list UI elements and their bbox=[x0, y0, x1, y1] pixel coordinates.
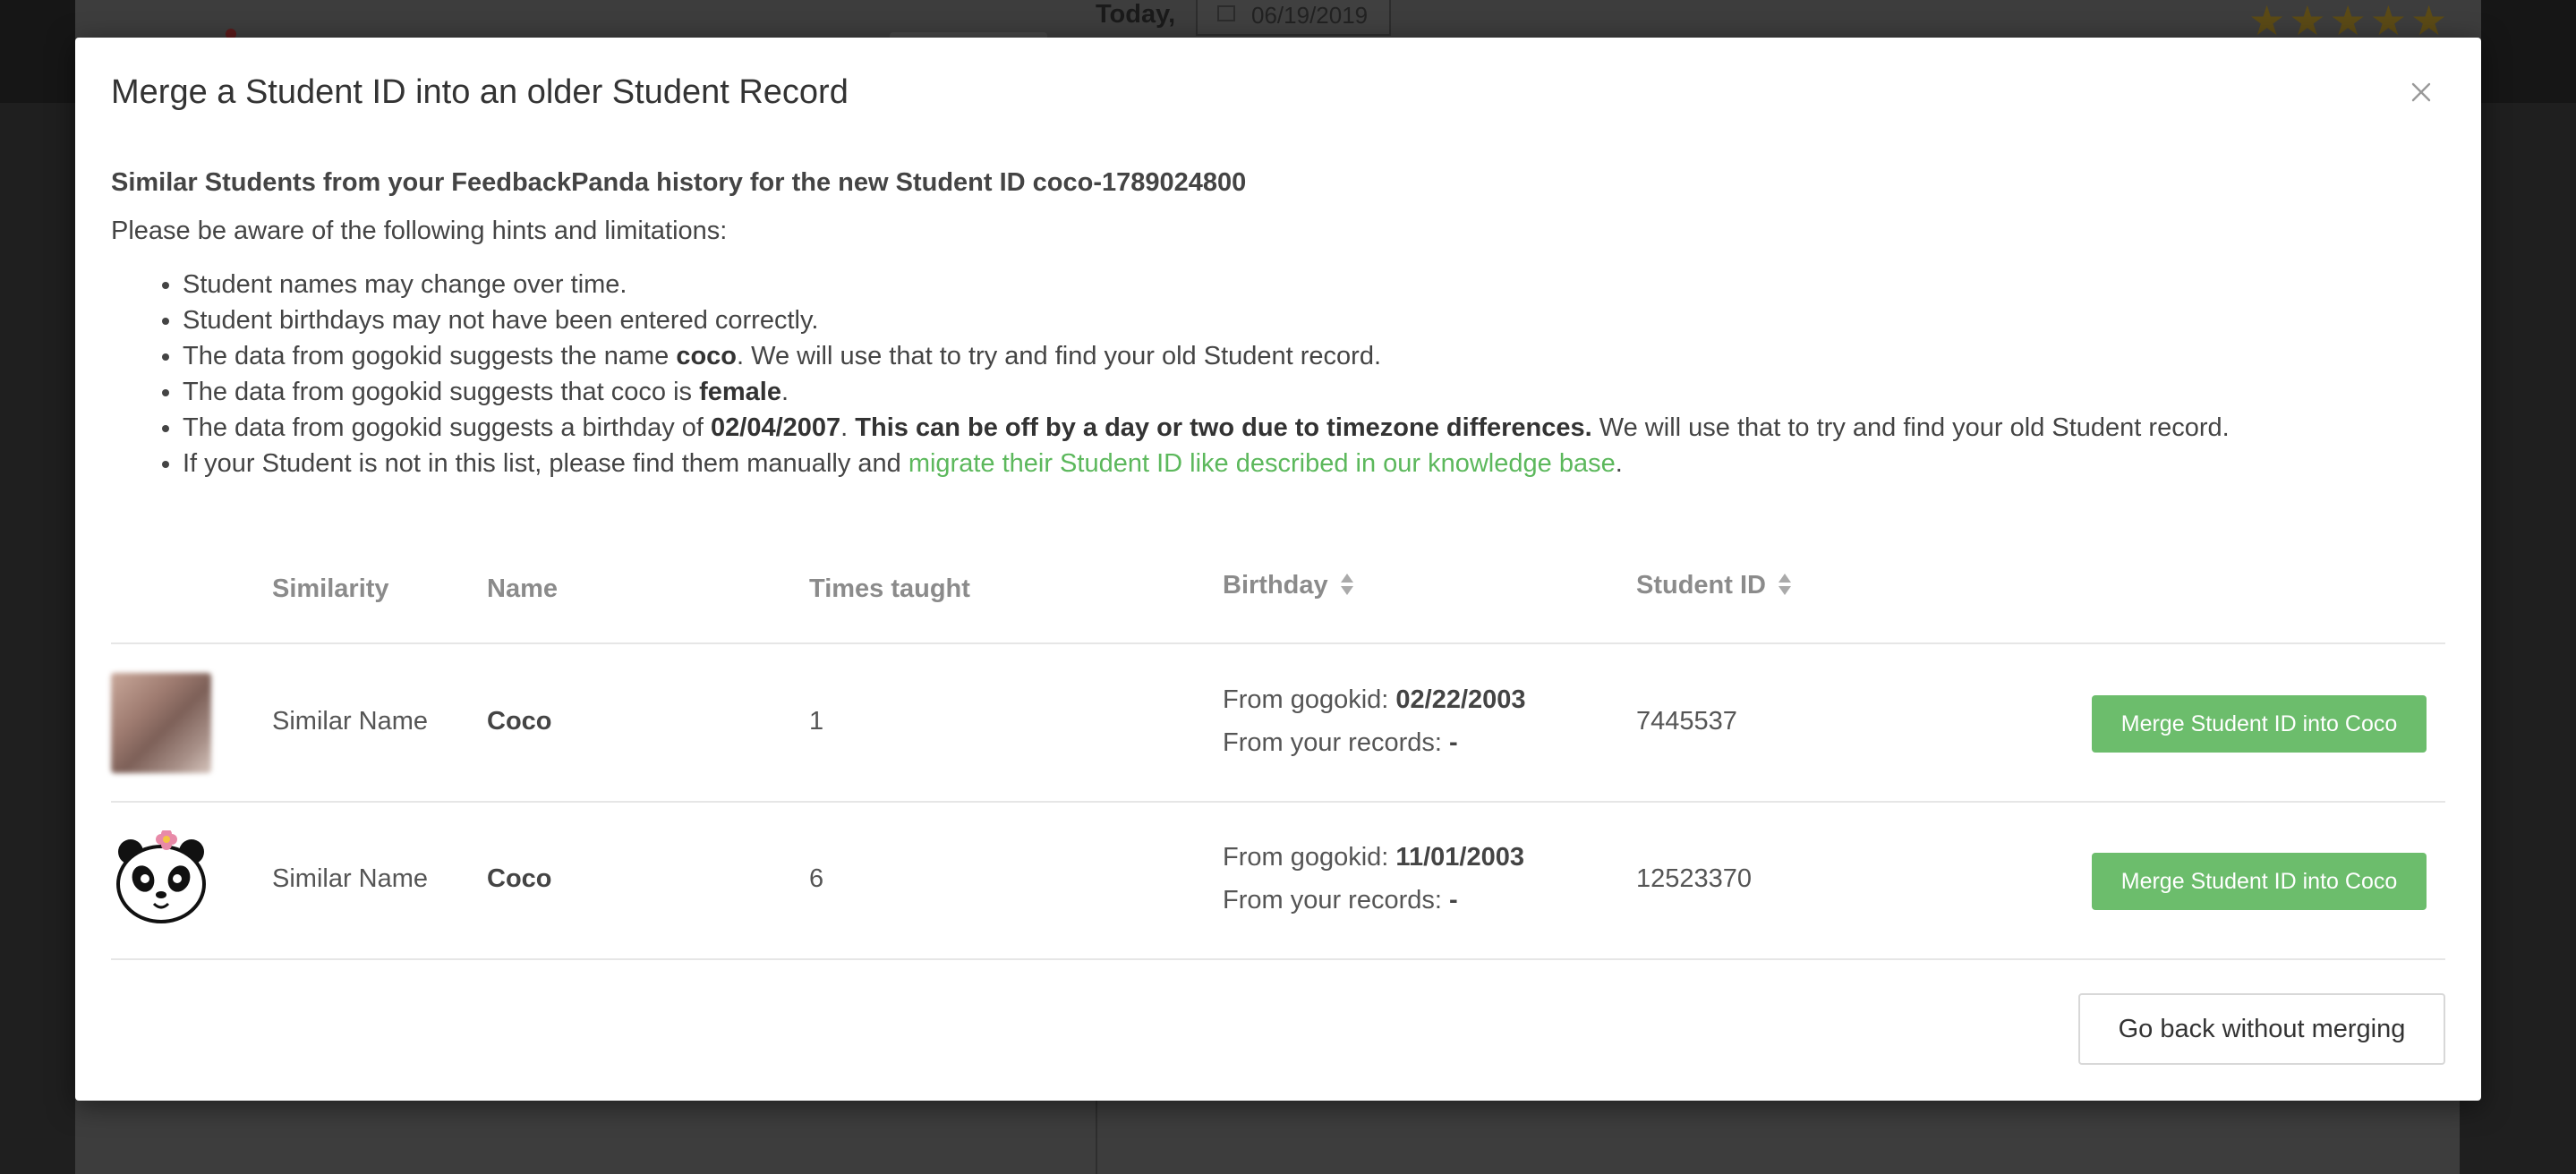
birthday-gogokid-value: 11/01/2003 bbox=[1395, 843, 1524, 872]
birthday-records-value: - bbox=[1449, 886, 1458, 915]
merge-student-modal: Merge a Student ID into an older Student… bbox=[75, 38, 2481, 1101]
similarity-cell: Similar Name bbox=[272, 864, 429, 893]
birthday-records-label: From your records: bbox=[1223, 886, 1449, 915]
hint-name-value: coco bbox=[676, 342, 738, 370]
column-header-name: Name bbox=[487, 574, 558, 603]
sort-icon[interactable] bbox=[1339, 572, 1355, 597]
table-header: Similarity Name Times taught Birthday St… bbox=[111, 537, 2445, 644]
name-cell: Coco bbox=[487, 707, 552, 736]
hint-text: The data from gogokid suggests the name bbox=[183, 342, 677, 370]
hint-item: The data from gogokid suggests a birthda… bbox=[183, 410, 2230, 446]
table-row: Similar Name Coco 1 From gogokid: 02/22/… bbox=[111, 644, 2445, 803]
modal-title: Merge a Student ID into an older Student… bbox=[111, 73, 849, 111]
column-header-birthday-label: Birthday bbox=[1223, 571, 1328, 600]
close-icon[interactable] bbox=[2408, 79, 2435, 106]
student-id-cell: 12523370 bbox=[1636, 864, 1753, 893]
sort-icon[interactable] bbox=[1777, 572, 1793, 597]
birthday-cell: From gogokid: 02/22/2003 From your recor… bbox=[1223, 678, 1526, 764]
column-header-birthday[interactable]: Birthday bbox=[1223, 571, 1355, 600]
hint-intro: Please be aware of the following hints a… bbox=[111, 217, 728, 245]
name-cell: Coco bbox=[487, 864, 552, 893]
hint-item: Student names may change over time. bbox=[183, 267, 2230, 302]
hint-text: . bbox=[781, 378, 789, 406]
hint-text: The data from gogokid suggests a birthda… bbox=[183, 413, 712, 442]
hint-text: . bbox=[1615, 449, 1623, 478]
similarity-cell: Similar Name bbox=[272, 707, 429, 736]
times-taught-cell: 6 bbox=[809, 864, 824, 893]
birthday-gogokid-label: From gogokid: bbox=[1223, 843, 1396, 872]
knowledge-base-link[interactable]: migrate their Student ID like described … bbox=[908, 449, 1616, 478]
birthday-gogokid: From gogokid: 11/01/2003 bbox=[1223, 836, 1524, 879]
hint-text: The data from gogokid suggests that coco… bbox=[183, 378, 700, 406]
calendar-icon bbox=[1217, 5, 1235, 21]
hint-text: . We will use that to try and find your … bbox=[737, 342, 1382, 370]
hint-birthday-value: 02/04/2007 bbox=[711, 413, 841, 442]
student-id-cell: 7445537 bbox=[1636, 707, 1737, 736]
hint-item: The data from gogokid suggests the name … bbox=[183, 338, 2230, 374]
birthday-gogokid-value: 02/22/2003 bbox=[1395, 685, 1526, 714]
modal-subtitle: Similar Students from your FeedbackPanda… bbox=[111, 168, 1247, 197]
column-header-similarity: Similarity bbox=[272, 574, 389, 603]
merge-student-button[interactable]: Merge Student ID into Coco bbox=[2092, 853, 2427, 910]
hint-timezone-warning: This can be off by a day or two due to t… bbox=[855, 413, 1592, 442]
birthday-gogokid: From gogokid: 02/22/2003 bbox=[1223, 678, 1526, 721]
birthday-records-label: From your records: bbox=[1223, 728, 1449, 757]
birthday-cell: From gogokid: 11/01/2003 From your recor… bbox=[1223, 836, 1524, 922]
hint-text: If your Student is not in this list, ple… bbox=[183, 449, 908, 478]
merge-student-button[interactable]: Merge Student ID into Coco bbox=[2092, 695, 2427, 753]
hint-item: If your Student is not in this list, ple… bbox=[183, 446, 2230, 481]
background-today-label: Today, bbox=[1096, 0, 1176, 29]
birthday-records: From your records: - bbox=[1223, 721, 1526, 764]
hint-item: Student birthdays may not have been ente… bbox=[183, 302, 2230, 338]
column-header-student-id-label: Student ID bbox=[1636, 571, 1766, 600]
column-header-times-taught: Times taught bbox=[809, 574, 970, 603]
hint-list: Student names may change over time. Stud… bbox=[150, 267, 2230, 481]
hint-gender-value: female bbox=[699, 378, 781, 406]
hint-text: Student birthdays may not have been ente… bbox=[183, 306, 819, 335]
hint-text: We will use that to try and find your ol… bbox=[1591, 413, 2230, 442]
background-date-value: 06/19/2019 bbox=[1251, 2, 1369, 29]
hint-item: The data from gogokid suggests that coco… bbox=[183, 374, 2230, 410]
panda-icon bbox=[111, 829, 211, 931]
times-taught-cell: 1 bbox=[809, 707, 824, 736]
column-header-student-id[interactable]: Student ID bbox=[1636, 571, 1793, 600]
hint-text: . bbox=[840, 413, 856, 442]
background-date-field: 06/19/2019 bbox=[1196, 0, 1391, 36]
birthday-records: From your records: - bbox=[1223, 879, 1524, 922]
hint-text: Student names may change over time. bbox=[183, 270, 627, 299]
student-avatar-photo bbox=[111, 673, 211, 773]
birthday-records-value: - bbox=[1449, 728, 1458, 757]
table-row: Similar Name Coco 6 From gogokid: 11/01/… bbox=[111, 802, 2445, 960]
go-back-button[interactable]: Go back without merging bbox=[2078, 993, 2445, 1065]
birthday-gogokid-label: From gogokid: bbox=[1223, 685, 1396, 714]
